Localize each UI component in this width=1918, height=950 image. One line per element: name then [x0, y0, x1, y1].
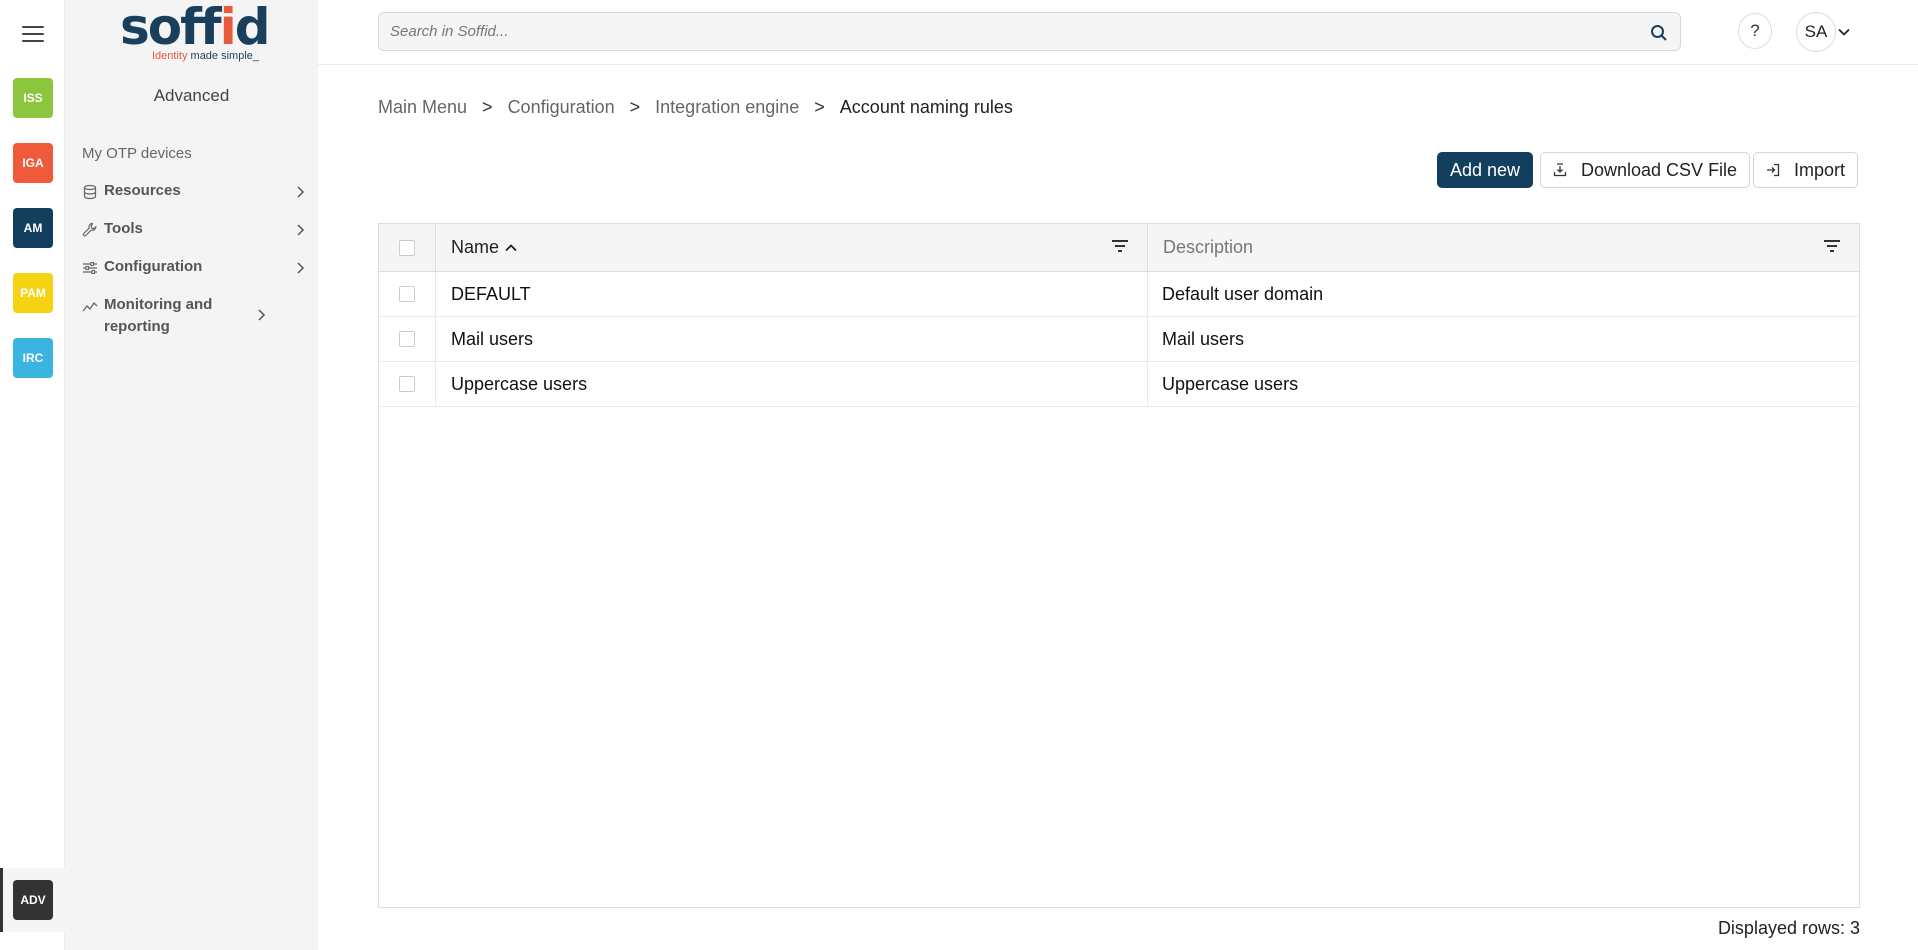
wrench-icon: [82, 222, 97, 237]
import-button[interactable]: Import: [1753, 152, 1859, 188]
sidebar-item-monitoring[interactable]: Monitoring and reporting: [82, 296, 307, 338]
logo-tagline-b: made simple_: [190, 50, 260, 62]
column-divider: [435, 224, 436, 272]
column-header-description[interactable]: Description: [1163, 237, 1253, 258]
breadcrumb-main-menu[interactable]: Main Menu: [378, 97, 467, 118]
filter-icon[interactable]: [1822, 237, 1842, 255]
chevron-right-icon: [297, 224, 305, 236]
cell-description: Uppercase users: [1162, 374, 1299, 394]
column-divider: [1147, 362, 1148, 407]
app-rail: ISS IGA AM PAM IRC ADV: [0, 0, 65, 950]
row-checkbox[interactable]: [399, 376, 415, 392]
breadcrumb-configuration[interactable]: Configuration: [508, 97, 615, 118]
column-header-name[interactable]: Name: [451, 237, 518, 258]
row-checkbox[interactable]: [399, 331, 415, 347]
download-csv-button[interactable]: Download CSV File: [1540, 152, 1751, 188]
breadcrumb-separator: >: [629, 97, 641, 117]
sidebar-item-otp-devices[interactable]: My OTP devices: [82, 145, 192, 162]
row-checkbox[interactable]: [399, 286, 415, 302]
cell-description: Default user domain: [1162, 284, 1324, 304]
sidebar-item-resources[interactable]: Resources: [82, 182, 307, 202]
search-box: [378, 12, 1681, 51]
cell-name: Mail users: [451, 329, 534, 349]
sidebar-title: Advanced: [153, 86, 230, 105]
soffid-logo[interactable]: soffid Identity made simple_: [120, 0, 271, 64]
sliders-icon: [83, 261, 97, 275]
data-grid: Name Description DEFAULT Default user do…: [378, 223, 1860, 908]
sidebar-item-tools[interactable]: Tools: [82, 220, 307, 240]
breadcrumb-integration-engine[interactable]: Integration engine: [655, 97, 799, 118]
chevron-right-icon: [297, 262, 305, 274]
table-row[interactable]: Uppercase users Uppercase users: [379, 362, 1859, 407]
import-icon: [1767, 163, 1780, 177]
hamburger-menu-icon[interactable]: [22, 26, 44, 44]
download-csv-label: Download CSV File: [1581, 159, 1738, 180]
sidebar-item-configuration[interactable]: Configuration: [82, 258, 307, 278]
app-irc-button[interactable]: IRC: [13, 338, 53, 378]
sidebar-item-label: Tools: [104, 220, 143, 237]
logo-tagline-a: Identity: [152, 50, 188, 62]
help-button[interactable]: ?: [1738, 13, 1772, 49]
chart-line-icon: [82, 301, 98, 312]
column-divider: [1147, 272, 1148, 317]
add-new-button[interactable]: Add new: [1437, 152, 1534, 188]
sidebar-item-label: Configuration: [104, 258, 203, 275]
column-divider: [1147, 224, 1148, 272]
top-bar: ? SA: [318, 0, 1918, 65]
app-pam-button[interactable]: PAM: [13, 273, 53, 313]
select-all-checkbox[interactable]: [399, 240, 415, 256]
chevron-down-icon[interactable]: [1837, 25, 1851, 39]
breadcrumb-separator: >: [482, 97, 493, 117]
cell-name: DEFAULT: [451, 284, 531, 304]
chevron-right-icon: [297, 186, 305, 198]
logo-wordmark: soffid: [120, 0, 271, 56]
sidebar-item-label: Monitoring and reporting: [104, 296, 213, 335]
active-app-indicator: ADV: [0, 868, 65, 932]
logo-tagline: Identity made simple_: [152, 50, 259, 62]
column-header-name-label: Name: [451, 237, 500, 257]
user-avatar[interactable]: SA: [1796, 12, 1836, 52]
database-icon: [83, 184, 97, 200]
chevron-right-icon: [258, 309, 266, 321]
app-adv-button[interactable]: ADV: [13, 880, 53, 920]
column-divider: [435, 362, 436, 407]
app-am-button[interactable]: AM: [13, 208, 53, 248]
sidebar: soffid Identity made simple_ Advanced My…: [65, 0, 318, 950]
search-icon[interactable]: [1650, 24, 1668, 42]
table-row[interactable]: Mail users Mail users: [379, 317, 1859, 362]
breadcrumb: Main Menu > Configuration > Integration …: [378, 97, 1013, 118]
column-divider: [435, 317, 436, 362]
column-divider: [435, 272, 436, 317]
cell-description: Mail users: [1162, 329, 1245, 349]
table-row[interactable]: DEFAULT Default user domain: [379, 272, 1859, 317]
sort-ascending-icon: [505, 243, 517, 251]
app-iga-button[interactable]: IGA: [13, 143, 53, 183]
displayed-rows-count: Displayed rows: 3: [1717, 918, 1860, 938]
app-iss-button[interactable]: ISS: [13, 78, 53, 118]
cell-name: Uppercase users: [451, 374, 588, 394]
sidebar-item-label: Resources: [104, 182, 181, 199]
search-input[interactable]: [390, 13, 1630, 50]
breadcrumb-current: Account naming rules: [839, 97, 1013, 117]
breadcrumb-separator: >: [814, 97, 825, 117]
grid-header: Name Description: [379, 224, 1859, 272]
download-icon: [1553, 163, 1567, 177]
import-label: Import: [1794, 159, 1846, 180]
filter-icon[interactable]: [1110, 237, 1130, 255]
column-divider: [1147, 317, 1148, 362]
